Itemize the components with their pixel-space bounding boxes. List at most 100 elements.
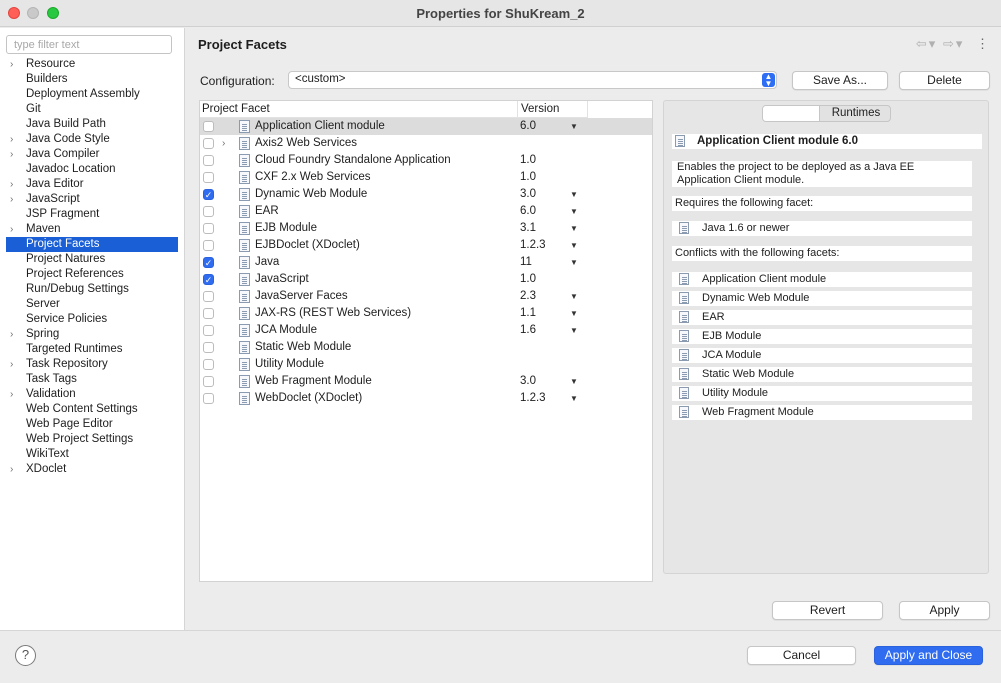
facet-row[interactable]: JavaServer Faces 2.3 ▼	[200, 288, 652, 305]
apply-button[interactable]: Apply	[899, 601, 990, 620]
facet-checkbox[interactable]	[203, 155, 214, 166]
sidebar-item-run-debug-settings[interactable]: Run/Debug Settings	[0, 282, 185, 297]
sidebar-item-service-policies[interactable]: Service Policies	[0, 312, 185, 327]
sidebar-item-java-build-path[interactable]: Java Build Path	[0, 117, 185, 132]
facet-row[interactable]: › Axis2 Web Services	[200, 135, 652, 152]
sidebar-item-git[interactable]: Git	[0, 102, 185, 117]
facet-row[interactable]: Application Client module 6.0 ▼	[200, 118, 652, 135]
facet-version[interactable]: 3.1	[520, 220, 536, 237]
sidebar-item-project-natures[interactable]: Project Natures	[0, 252, 185, 267]
facet-checkbox[interactable]	[203, 342, 214, 353]
sidebar-item-javascript[interactable]: › JavaScript	[0, 192, 185, 207]
version-dropdown-icon[interactable]: ▼	[570, 186, 578, 203]
version-dropdown-icon[interactable]: ▼	[570, 322, 578, 339]
facet-version[interactable]: 3.0	[520, 373, 536, 390]
chevron-right-icon[interactable]: ›	[10, 57, 13, 72]
chevron-right-icon[interactable]: ›	[10, 147, 13, 162]
version-dropdown-icon[interactable]: ▼	[570, 203, 578, 220]
save-as-button[interactable]: Save As...	[792, 71, 888, 90]
sidebar-item-task-tags[interactable]: Task Tags	[0, 372, 185, 387]
facet-row[interactable]: EJB Module 3.1 ▼	[200, 220, 652, 237]
sidebar-item-targeted-runtimes[interactable]: Targeted Runtimes	[0, 342, 185, 357]
facet-checkbox[interactable]	[203, 393, 214, 404]
chevron-right-icon[interactable]: ›	[10, 192, 13, 207]
configuration-select[interactable]: <custom> ▲ ▼	[288, 71, 777, 89]
sidebar-item-xdoclet[interactable]: › XDoclet	[0, 462, 185, 477]
version-dropdown-icon[interactable]: ▼	[570, 118, 578, 135]
facet-version[interactable]: 3.0	[520, 186, 536, 203]
facet-checkbox[interactable]: ✓	[203, 189, 214, 200]
tab-details[interactable]	[763, 106, 820, 121]
sidebar-item-maven[interactable]: › Maven	[0, 222, 185, 237]
facet-row[interactable]: ✓ Dynamic Web Module 3.0 ▼	[200, 186, 652, 203]
column-header-version[interactable]: Version	[518, 101, 588, 118]
facet-checkbox[interactable]	[203, 308, 214, 319]
facet-row[interactable]: Web Fragment Module 3.0 ▼	[200, 373, 652, 390]
sidebar-item-builders[interactable]: Builders	[0, 72, 185, 87]
facet-version[interactable]: 1.6	[520, 322, 536, 339]
sidebar-item-jsp-fragment[interactable]: JSP Fragment	[0, 207, 185, 222]
chevron-right-icon[interactable]: ›	[10, 357, 13, 372]
tab-runtimes[interactable]: Runtimes	[821, 106, 890, 121]
version-dropdown-icon[interactable]: ▼	[570, 254, 578, 271]
revert-button[interactable]: Revert	[772, 601, 883, 620]
facet-version[interactable]: 6.0	[520, 203, 536, 220]
cancel-button[interactable]: Cancel	[747, 646, 856, 665]
chevron-right-icon[interactable]: ›	[10, 387, 13, 402]
sidebar-item-validation[interactable]: › Validation	[0, 387, 185, 402]
version-dropdown-icon[interactable]: ▼	[570, 237, 578, 254]
facet-row[interactable]: EAR 6.0 ▼	[200, 203, 652, 220]
facet-checkbox[interactable]	[203, 172, 214, 183]
sidebar-item-task-repository[interactable]: › Task Repository	[0, 357, 185, 372]
facet-version[interactable]: 1.2.3	[520, 237, 546, 254]
chevron-right-icon[interactable]: ›	[10, 462, 13, 477]
facet-checkbox[interactable]	[203, 376, 214, 387]
facet-checkbox[interactable]: ✓	[203, 274, 214, 285]
facet-row[interactable]: Utility Module	[200, 356, 652, 373]
version-dropdown-icon[interactable]: ▼	[570, 220, 578, 237]
facet-version[interactable]: 11	[520, 254, 532, 271]
sidebar-item-web-project-settings[interactable]: Web Project Settings	[0, 432, 185, 447]
facet-row[interactable]: JAX-RS (REST Web Services) 1.1 ▼	[200, 305, 652, 322]
sidebar-item-java-editor[interactable]: › Java Editor	[0, 177, 185, 192]
version-dropdown-icon[interactable]: ▼	[570, 390, 578, 407]
facet-row[interactable]: ✓ JavaScript 1.0	[200, 271, 652, 288]
apply-and-close-button[interactable]: Apply and Close	[874, 646, 983, 665]
chevron-right-icon[interactable]: ›	[10, 222, 13, 237]
facet-version[interactable]: 1.2.3	[520, 390, 546, 407]
facet-row[interactable]: Cloud Foundry Standalone Application 1.0	[200, 152, 652, 169]
facet-checkbox[interactable]	[203, 138, 214, 149]
facet-checkbox[interactable]	[203, 121, 214, 132]
facet-checkbox[interactable]	[203, 325, 214, 336]
sidebar-item-web-content-settings[interactable]: Web Content Settings	[0, 402, 185, 417]
sidebar-item-web-page-editor[interactable]: Web Page Editor	[0, 417, 185, 432]
facet-version[interactable]: 2.3	[520, 288, 536, 305]
more-menu-icon[interactable]: ⋮	[976, 36, 991, 51]
back-arrow-icon[interactable]: ⇦▾	[916, 36, 937, 51]
facet-checkbox[interactable]	[203, 240, 214, 251]
chevron-right-icon[interactable]: ›	[10, 327, 13, 342]
version-dropdown-icon[interactable]: ▼	[570, 288, 578, 305]
sidebar-item-deployment-assembly[interactable]: Deployment Assembly	[0, 87, 185, 102]
sidebar-item-wikitext[interactable]: WikiText	[0, 447, 185, 462]
facet-checkbox[interactable]	[203, 223, 214, 234]
sidebar-item-java-compiler[interactable]: › Java Compiler	[0, 147, 185, 162]
filter-input[interactable]	[6, 35, 172, 54]
sidebar-item-server[interactable]: Server	[0, 297, 185, 312]
sidebar-item-project-facets[interactable]: Project Facets	[6, 237, 178, 252]
delete-button[interactable]: Delete	[899, 71, 990, 90]
facet-checkbox[interactable]	[203, 291, 214, 302]
facet-checkbox[interactable]	[203, 359, 214, 370]
sidebar-item-java-code-style[interactable]: › Java Code Style	[0, 132, 185, 147]
forward-arrow-icon[interactable]: ⇨▾	[943, 36, 964, 51]
facet-version[interactable]: 6.0	[520, 118, 536, 135]
chevron-right-icon[interactable]: ›	[10, 132, 13, 147]
sidebar-item-javadoc-location[interactable]: Javadoc Location	[0, 162, 185, 177]
version-dropdown-icon[interactable]: ▼	[570, 373, 578, 390]
facet-row[interactable]: WebDoclet (XDoclet) 1.2.3 ▼	[200, 390, 652, 407]
facet-checkbox[interactable]: ✓	[203, 257, 214, 268]
column-header-facet[interactable]: Project Facet	[200, 101, 518, 118]
sidebar-item-project-references[interactable]: Project References	[0, 267, 185, 282]
facet-checkbox[interactable]	[203, 206, 214, 217]
facet-row[interactable]: ✓ Java 11 ▼	[200, 254, 652, 271]
